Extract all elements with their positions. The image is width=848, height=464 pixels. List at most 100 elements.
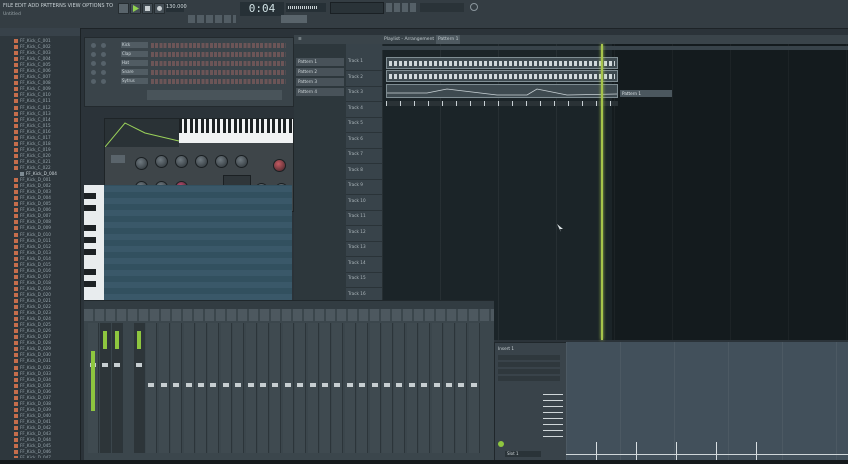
mixer-track[interactable] <box>258 323 269 453</box>
mixer-track[interactable] <box>369 323 381 453</box>
pattern-item[interactable]: Pattern 1 <box>296 58 344 66</box>
enable-led[interactable] <box>498 441 504 447</box>
mixer-track[interactable] <box>245 323 257 453</box>
browser-header[interactable] <box>0 28 80 36</box>
mixer-track[interactable] <box>431 323 443 453</box>
track-header[interactable]: Track 5 <box>346 118 382 133</box>
fx-slot[interactable] <box>498 362 560 367</box>
volume-fader[interactable] <box>297 383 304 387</box>
knob-2[interactable] <box>155 155 168 168</box>
routing-select[interactable]: Slot 1 <box>505 451 541 457</box>
pattern-item[interactable]: Pattern 4 <box>296 88 344 96</box>
mixer-track[interactable] <box>270 323 282 453</box>
mixer-track[interactable] <box>419 323 431 453</box>
channel-pan-knob[interactable] <box>101 43 106 48</box>
black-key[interactable] <box>84 237 96 243</box>
mixer-track[interactable] <box>295 323 307 453</box>
event-bar[interactable] <box>596 442 597 460</box>
volume-fader[interactable] <box>272 383 279 387</box>
track-header[interactable]: Track 2 <box>346 72 382 87</box>
volume-fader[interactable] <box>136 363 142 367</box>
snap-selector[interactable] <box>281 15 307 23</box>
black-key[interactable] <box>84 225 96 231</box>
mixer-track[interactable] <box>171 323 183 453</box>
channel-mute-led[interactable] <box>91 70 96 75</box>
channel-row[interactable]: Snare <box>89 69 289 76</box>
track-header[interactable]: Track 7 <box>346 149 382 164</box>
volume-fader[interactable] <box>322 383 328 387</box>
volume-fader[interactable] <box>396 383 403 387</box>
channel-mute-led[interactable] <box>91 61 96 66</box>
knob-1[interactable] <box>135 157 148 170</box>
channel-name-button[interactable]: Hat <box>121 60 148 66</box>
track-header[interactable]: Track 3 <box>346 87 382 102</box>
channel-rack-footer[interactable] <box>147 90 282 100</box>
mixer-track[interactable] <box>100 323 111 453</box>
mixer-track[interactable] <box>307 323 319 453</box>
volume-fader[interactable] <box>408 383 415 387</box>
playhead[interactable] <box>601 44 603 340</box>
mixer-track[interactable] <box>183 323 195 453</box>
mixer-track[interactable] <box>357 323 369 453</box>
volume-fader[interactable] <box>359 383 366 387</box>
mixer-track[interactable] <box>444 323 455 453</box>
channel-row[interactable]: Hat <box>89 60 289 67</box>
volume-fader[interactable] <box>433 383 440 387</box>
volume-fader[interactable] <box>210 383 217 387</box>
pattern-item[interactable]: Pattern 3 <box>296 78 344 86</box>
volume-fader[interactable] <box>284 383 291 387</box>
event-bar[interactable] <box>676 442 677 460</box>
track-header[interactable]: Track 13 <box>346 242 382 257</box>
eq-section[interactable] <box>543 393 563 437</box>
pattern-label-clip[interactable]: Pattern 1 <box>620 90 672 97</box>
mini-keyboard[interactable] <box>179 119 293 143</box>
mixer-track[interactable] <box>332 323 344 453</box>
note-grid[interactable] <box>104 185 292 300</box>
channel-row[interactable]: Clap <box>89 51 289 58</box>
volume-fader[interactable] <box>371 383 378 387</box>
window-buttons[interactable] <box>386 3 416 12</box>
mixer-track[interactable] <box>112 323 123 453</box>
channel-row[interactable]: Sytrus <box>89 78 289 85</box>
knob-6[interactable] <box>235 155 248 168</box>
channel-mute-led[interactable] <box>91 43 96 48</box>
black-key[interactable] <box>84 281 96 287</box>
knob-master[interactable] <box>273 159 286 172</box>
black-key[interactable] <box>84 269 96 275</box>
track-header[interactable]: Track 10 <box>346 196 382 211</box>
mixer-track[interactable] <box>344 323 356 453</box>
volume-fader[interactable] <box>235 383 242 387</box>
volume-fader[interactable] <box>421 383 428 387</box>
channel-mute-led[interactable] <box>91 52 96 57</box>
plugin-switch[interactable] <box>111 155 125 163</box>
browser-file[interactable]: FF_Kick_D_047 <box>0 455 80 458</box>
volume-fader[interactable] <box>446 383 452 387</box>
automation-clip[interactable] <box>386 84 618 98</box>
volume-fader[interactable] <box>185 383 192 387</box>
mixer-track[interactable] <box>382 323 393 453</box>
track-header[interactable]: Track 14 <box>346 258 382 273</box>
channel-pan-knob[interactable] <box>101 52 106 57</box>
pattern-item[interactable]: Pattern 2 <box>296 68 344 76</box>
event-bar[interactable] <box>756 442 757 460</box>
volume-fader[interactable] <box>102 363 108 367</box>
black-key[interactable] <box>84 249 96 255</box>
volume-fader[interactable] <box>173 383 180 387</box>
fx-slot[interactable] <box>498 376 560 381</box>
track-header[interactable]: Track 1 <box>346 56 382 71</box>
mixer-track[interactable] <box>406 323 418 453</box>
pattern-song-toggle[interactable] <box>118 3 129 14</box>
mixer-track[interactable] <box>320 323 331 453</box>
event-bar[interactable] <box>716 442 717 460</box>
volume-fader[interactable] <box>260 383 266 387</box>
volume-fader[interactable] <box>346 383 353 387</box>
fx-slot[interactable] <box>498 369 560 374</box>
pattern-clip[interactable] <box>386 57 618 69</box>
knob-4[interactable] <box>195 155 208 168</box>
pattern-clip[interactable] <box>386 70 618 82</box>
menu-bar[interactable]: FILE EDIT ADD PATTERNS VIEW OPTIONS TOOL… <box>3 3 113 9</box>
channel-pan-knob[interactable] <box>101 61 106 66</box>
track-header[interactable]: Track 15 <box>346 273 382 288</box>
volume-fader[interactable] <box>334 383 341 387</box>
mixer-track[interactable] <box>468 323 480 453</box>
